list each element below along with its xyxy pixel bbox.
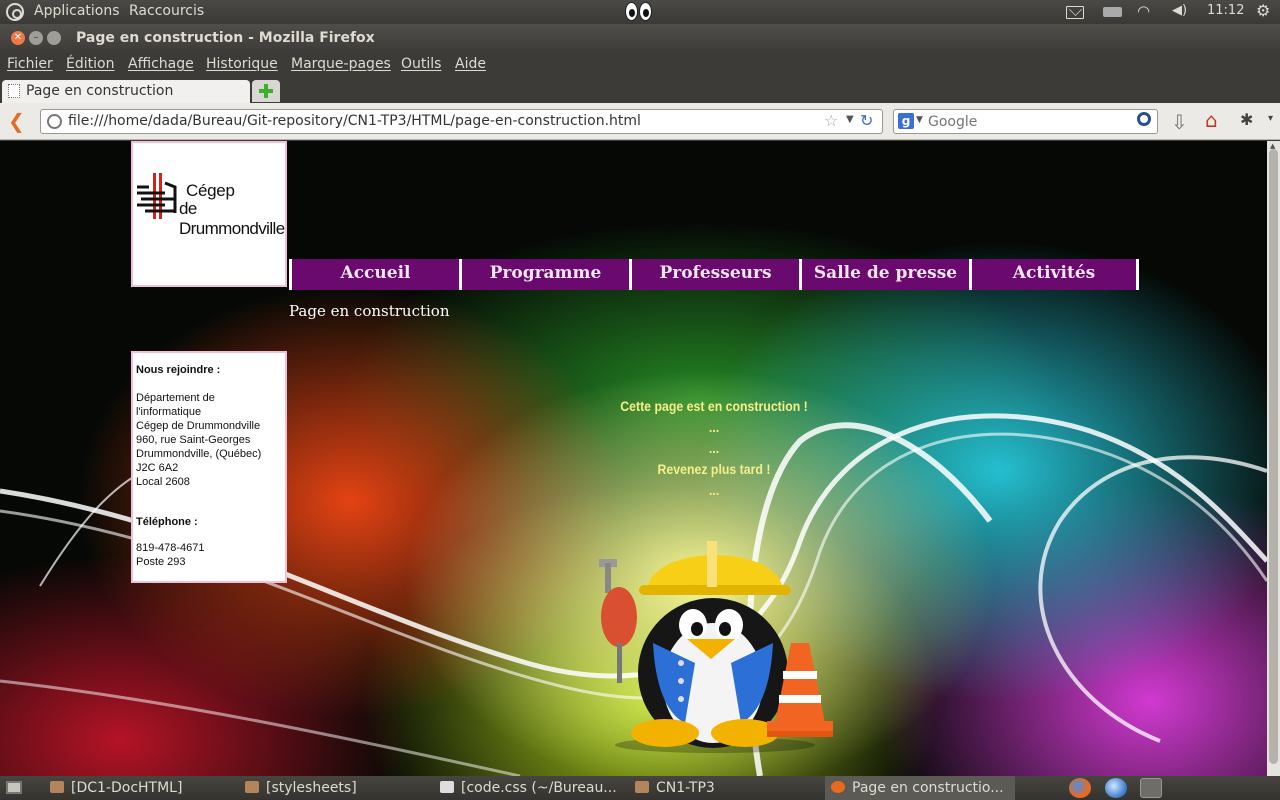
- text-editor-icon: [440, 781, 454, 793]
- phone-extension: Poste 293: [136, 556, 186, 568]
- menubar: Fichier Édition Affichage Historique Mar…: [0, 52, 1280, 78]
- bookmark-star-icon[interactable]: ☆: [824, 111, 838, 130]
- battery-icon[interactable]: [1103, 7, 1122, 17]
- wifi-icon[interactable]: ◠: [1137, 2, 1150, 20]
- construction-message: Cette page est en construction ! ... ...…: [561, 396, 867, 501]
- tab-page-en-construction[interactable]: Page en construction: [2, 80, 250, 103]
- window-titlebar: ✕ – Page en construction - Mozilla Firef…: [0, 24, 1280, 52]
- clock[interactable]: 11:12: [1207, 3, 1244, 18]
- volume-icon[interactable]: ◀): [1172, 3, 1187, 18]
- contact-box: Nous rejoindre : Département de l'inform…: [131, 351, 287, 583]
- address-line: Département de l'informatique: [136, 392, 215, 418]
- ubuntu-logo-icon[interactable]: [6, 3, 24, 21]
- gear-icon[interactable]: ⚙: [1256, 1, 1270, 20]
- menu-fichier[interactable]: Fichier: [7, 56, 53, 72]
- message-line1: Cette page est en construction !: [620, 398, 808, 414]
- search-input[interactable]: [928, 112, 1128, 131]
- taskbar-item[interactable]: [DC1-DocHTML]: [50, 776, 235, 800]
- window-title: Page en construction - Mozilla Firefox: [76, 30, 375, 46]
- message-line2: Revenez plus tard !: [657, 461, 771, 477]
- reload-icon[interactable]: ↻: [860, 111, 873, 130]
- close-window-button[interactable]: ✕: [11, 31, 25, 45]
- phone-number: 819-478-4671: [136, 542, 205, 554]
- address-line: Cégep de Drummondville: [136, 420, 261, 432]
- back-button[interactable]: ❮: [8, 111, 28, 131]
- new-tab-button[interactable]: [252, 80, 280, 102]
- taskbar-item-label: Page en constructio...: [852, 780, 1004, 796]
- site-navigation: Accueil Programme Professeurs Salle de p…: [289, 259, 1139, 290]
- downloads-icon[interactable]: ⇩: [1171, 110, 1188, 134]
- addon-icon[interactable]: ✱: [1240, 110, 1253, 129]
- nav-accueil[interactable]: Accueil: [289, 259, 459, 290]
- url-bar[interactable]: file:///home/dada/Bureau/Git-repository/…: [40, 109, 883, 134]
- taskbar-item-label: CN1-TP3: [656, 780, 715, 796]
- page-viewport: Cégep de Drummondville Accueil Programme…: [0, 141, 1267, 776]
- url-text[interactable]: file:///home/dada/Bureau/Git-repository/…: [68, 113, 641, 129]
- logo-box[interactable]: Cégep de Drummondville: [131, 141, 287, 287]
- home-icon[interactable]: ⌂: [1205, 108, 1218, 132]
- taskbar-item[interactable]: CN1-TP3: [635, 776, 820, 800]
- search-bar: g ▼: [893, 109, 1158, 134]
- tux-construction-image: [599, 541, 833, 753]
- shortcuts-menu[interactable]: Raccourcis: [129, 3, 204, 19]
- taskbar-item-label: [DC1-DocHTML]: [71, 780, 183, 796]
- maximize-window-button[interactable]: [47, 31, 61, 45]
- globe-icon: [47, 114, 62, 129]
- nav-professeurs[interactable]: Professeurs: [629, 259, 799, 290]
- message-separator: ...: [708, 482, 720, 498]
- menu-edition[interactable]: Édition: [66, 56, 114, 72]
- history-dropdown-icon[interactable]: ▼: [846, 114, 854, 125]
- search-icon[interactable]: [1137, 112, 1151, 126]
- navigation-toolbar: ❮ file:///home/dada/Bureau/Git-repositor…: [0, 103, 1280, 140]
- folder-icon: [50, 781, 64, 793]
- address-line: Local 2608: [136, 476, 190, 488]
- menu-outils[interactable]: Outils: [401, 56, 441, 72]
- xeyes-icon: [625, 2, 655, 22]
- minimize-window-button[interactable]: –: [29, 31, 43, 45]
- contact-title: Nous rejoindre :: [136, 364, 221, 376]
- google-engine-icon[interactable]: g: [898, 113, 914, 129]
- applications-menu[interactable]: Applications: [34, 3, 120, 19]
- address-line: J2C 6A2: [136, 462, 179, 474]
- taskbar-item[interactable]: [stylesheets]: [245, 776, 430, 800]
- page-title: Page en construction: [289, 302, 450, 320]
- nav-programme[interactable]: Programme: [459, 259, 629, 290]
- scrollbar-thumb[interactable]: [1269, 149, 1278, 764]
- cegep-logo-icon: [137, 173, 177, 219]
- engine-dropdown-icon[interactable]: ▼: [916, 115, 923, 125]
- tab-strip: Page en construction: [0, 78, 1280, 103]
- folder-icon: [635, 781, 649, 793]
- logo-text-line1: Cégep: [186, 181, 235, 200]
- message-separator: ...: [708, 440, 720, 456]
- menu-historique[interactable]: Historique: [206, 56, 278, 72]
- taskbar-item-label: [stylesheets]: [266, 780, 357, 796]
- menu-affichage[interactable]: Affichage: [128, 56, 194, 72]
- taskbar-item-active[interactable]: Page en constructio...: [825, 776, 1015, 800]
- firefox-icon: [831, 781, 845, 793]
- address-line: Drummondville, (Québec): [136, 448, 262, 460]
- message-separator: ...: [708, 419, 720, 435]
- logo-text-line2: de Drummondville: [179, 199, 285, 238]
- nav-salle-de-presse[interactable]: Salle de presse: [799, 259, 969, 290]
- taskbar-item[interactable]: [code.css (~/Bureau...: [440, 776, 625, 800]
- mail-icon[interactable]: [1066, 6, 1084, 19]
- top-panel: Applications Raccourcis ◠ ◀) 11:12 ⚙: [0, 0, 1280, 24]
- tab-label: Page en construction: [26, 83, 174, 99]
- firefox-window-icon[interactable]: [1140, 778, 1162, 798]
- taskbar: [DC1-DocHTML] [stylesheets] [code.css (~…: [0, 776, 1280, 800]
- vertical-scrollbar[interactable]: ▲: [1267, 141, 1280, 776]
- address-line: 960, rue Saint-Georges: [136, 434, 251, 446]
- thunderbird-icon[interactable]: [1105, 778, 1127, 798]
- nav-activites[interactable]: Activités: [969, 259, 1139, 290]
- firefox-launcher-icon[interactable]: [1069, 778, 1091, 798]
- menu-aide[interactable]: Aide: [455, 56, 486, 72]
- show-desktop-icon[interactable]: [6, 781, 22, 794]
- phone-title: Téléphone :: [136, 516, 198, 528]
- chevron-down-icon[interactable]: ▾: [1268, 113, 1273, 124]
- page-icon: [8, 84, 20, 98]
- folder-icon: [245, 781, 259, 793]
- taskbar-item-label: [code.css (~/Bureau...: [461, 780, 617, 796]
- menu-marque-pages[interactable]: Marque-pages: [291, 56, 391, 72]
